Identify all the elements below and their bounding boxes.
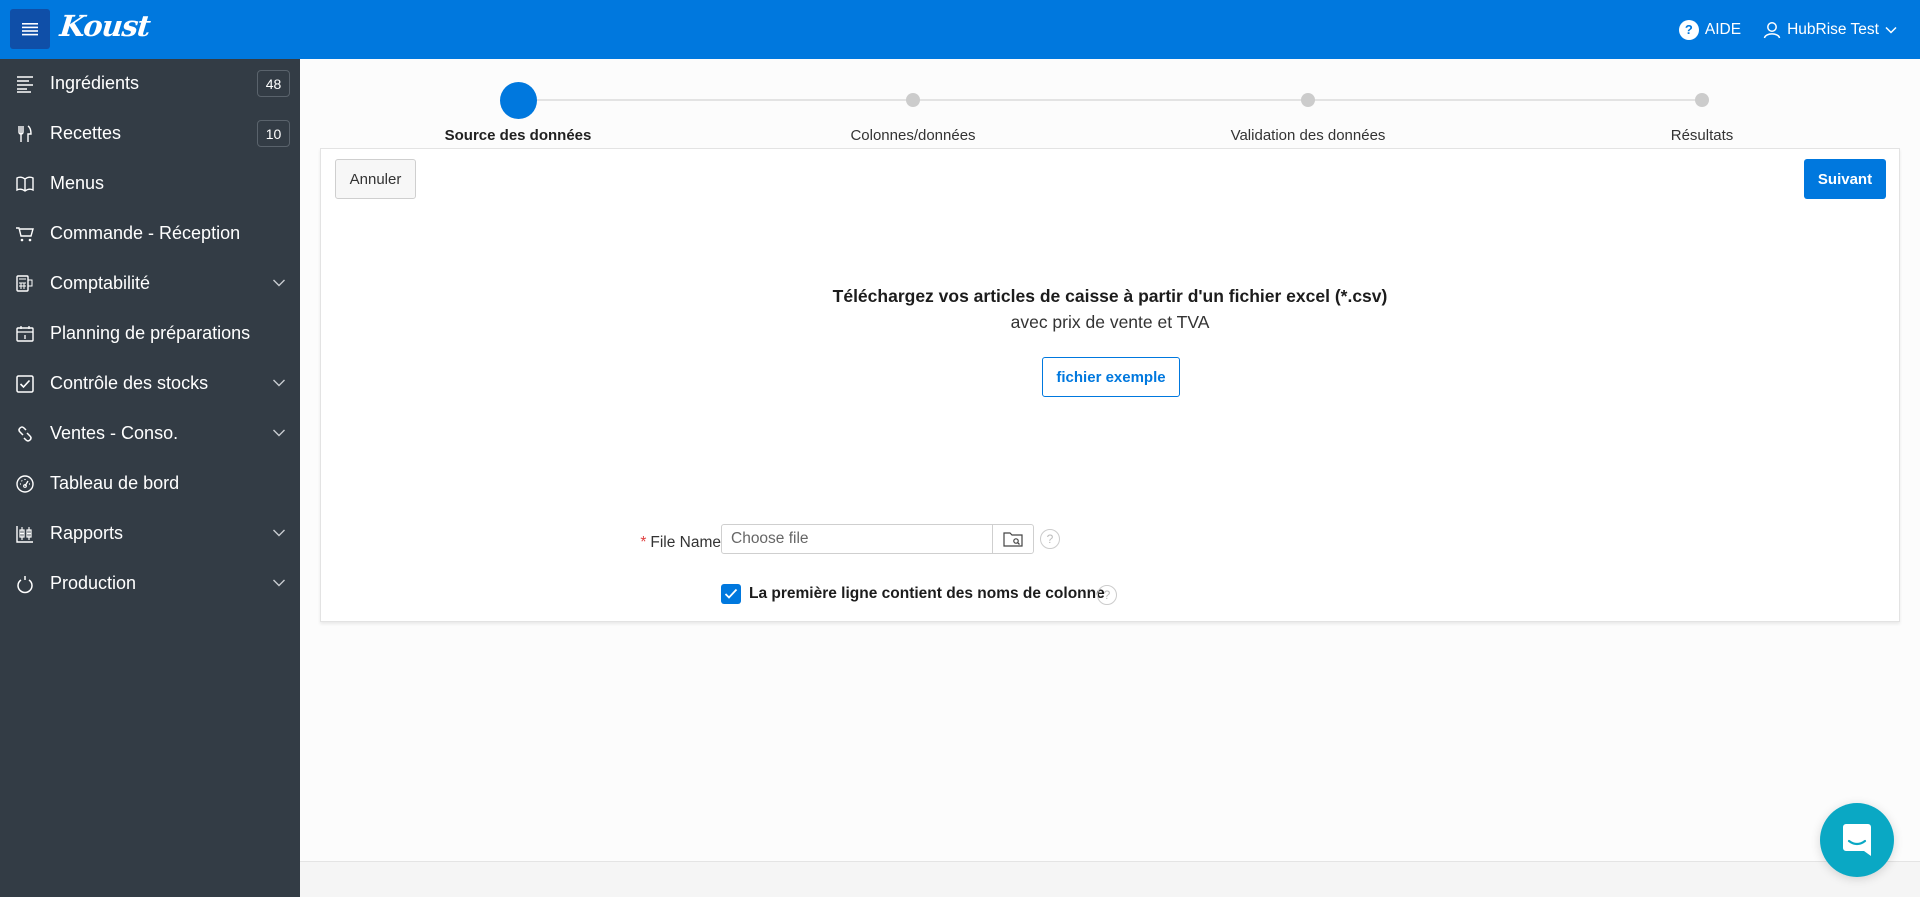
stepper-track bbox=[518, 99, 1702, 101]
step-validation[interactable]: Validation des données bbox=[1158, 59, 1458, 144]
help-link[interactable]: ? AIDE bbox=[1678, 19, 1742, 40]
chevron-down-icon[interactable] bbox=[272, 378, 286, 388]
header-row-checkbox-label[interactable]: La première ligne contient des noms de c… bbox=[749, 585, 1105, 603]
sidebar-item-ventes-conso[interactable]: Ventes - Conso. bbox=[0, 409, 300, 459]
example-file-button[interactable]: fichier exemple bbox=[1042, 357, 1180, 397]
step-indicator-active bbox=[500, 82, 537, 119]
step-label: Validation des données bbox=[1230, 127, 1386, 144]
import-stepper: Source des données Colonnes/données Vali… bbox=[300, 59, 1920, 149]
sidebar-item-label: Rapports bbox=[50, 523, 124, 543]
app-logo[interactable]: Koust bbox=[58, 9, 151, 43]
sidebar-item-tableau-de-bord[interactable]: Tableau de bord bbox=[0, 459, 300, 509]
sidebar-item-label: Tableau de bord bbox=[50, 473, 180, 493]
sidebar-item-recettes[interactable]: Recettes 10 bbox=[0, 109, 300, 159]
step-results[interactable]: Résultats bbox=[1552, 59, 1852, 144]
gauge-icon bbox=[14, 474, 36, 494]
footer bbox=[300, 861, 1920, 897]
sidebar-item-label: Recettes bbox=[50, 123, 122, 143]
file-name-help-icon[interactable]: ? bbox=[1040, 529, 1060, 549]
header-row-checkbox[interactable] bbox=[721, 584, 741, 604]
step-indicator bbox=[1301, 93, 1315, 107]
user-icon bbox=[1763, 21, 1781, 38]
step-label: Source des données bbox=[444, 127, 592, 144]
cart-icon bbox=[14, 224, 36, 244]
user-menu[interactable]: HubRise Test bbox=[1763, 21, 1897, 39]
book-icon bbox=[14, 174, 36, 194]
step-label: Résultats bbox=[1670, 127, 1734, 144]
sidebar-item-label: Ventes - Conso. bbox=[50, 423, 179, 443]
top-bar: Koust ? AIDE HubRise Test bbox=[0, 0, 1920, 59]
header-row-help-icon[interactable]: ? bbox=[1097, 585, 1117, 605]
chevron-down-icon[interactable] bbox=[272, 428, 286, 438]
user-name: HubRise Test bbox=[1787, 20, 1879, 38]
hamburger-icon bbox=[22, 23, 38, 36]
import-card: Annuler Suivant Téléchargez vos articles… bbox=[320, 148, 1900, 622]
sidebar-item-label: Planning de préparations bbox=[50, 323, 251, 343]
sidebar-item-production[interactable]: Production bbox=[0, 559, 300, 609]
checkmark-icon bbox=[724, 588, 738, 599]
help-label: AIDE bbox=[1704, 20, 1742, 38]
chevron-down-icon[interactable] bbox=[272, 578, 286, 588]
sidebar-item-comptabilite[interactable]: Comptabilité bbox=[0, 259, 300, 309]
chevron-down-icon[interactable] bbox=[272, 528, 286, 538]
browse-file-button[interactable] bbox=[992, 524, 1034, 554]
upload-subtitle: avec prix de vente et TVA bbox=[1010, 312, 1210, 332]
sidebar: Ingrédients 48 Recettes 10 Menus Commande - R… bbox=[0, 59, 300, 897]
file-name-label-text: File Name bbox=[650, 534, 721, 551]
step-columns[interactable]: Colonnes/données bbox=[763, 59, 1063, 144]
next-button[interactable]: Suivant bbox=[1804, 159, 1886, 199]
sidebar-item-menus[interactable]: Menus bbox=[0, 159, 300, 209]
step-label: Colonnes/données bbox=[850, 127, 976, 144]
sidebar-item-label: Ingrédients bbox=[50, 73, 140, 93]
upload-title: Téléchargez vos articles de caisse à par… bbox=[832, 286, 1388, 306]
step-indicator bbox=[906, 93, 920, 107]
file-name-label: * File Name bbox=[621, 534, 721, 552]
sidebar-item-label: Menus bbox=[50, 173, 105, 193]
checkbox-icon bbox=[14, 374, 36, 394]
sidebar-item-planning-de-preparations[interactable]: Planning de préparations bbox=[0, 309, 300, 359]
sidebar-item-label: Production bbox=[50, 573, 137, 593]
help-icon: ? bbox=[1678, 19, 1699, 40]
sidebar-item-ingredients[interactable]: Ingrédients 48 bbox=[0, 59, 300, 109]
sidebar-item-label: Commande - Réception bbox=[50, 223, 241, 243]
sidebar-item-rapports[interactable]: Rapports bbox=[0, 509, 300, 559]
cancel-button[interactable]: Annuler bbox=[335, 159, 416, 199]
sidebar-item-commande-reception[interactable]: Commande - Réception bbox=[0, 209, 300, 259]
menu-toggle-button[interactable] bbox=[10, 9, 50, 49]
chat-icon bbox=[1843, 824, 1871, 856]
chevron-down-icon[interactable] bbox=[272, 278, 286, 288]
folder-search-icon bbox=[1003, 532, 1023, 547]
calculator-icon bbox=[14, 274, 36, 294]
step-source[interactable]: Source des données bbox=[368, 59, 668, 144]
chevron-down-icon bbox=[1885, 26, 1897, 34]
list-icon bbox=[14, 74, 36, 94]
utensils-icon bbox=[14, 124, 36, 144]
chat-launcher-button[interactable] bbox=[1820, 803, 1894, 877]
sidebar-item-label: Comptabilité bbox=[50, 273, 151, 293]
sidebar-item-label: Contrôle des stocks bbox=[50, 373, 209, 393]
step-indicator bbox=[1695, 93, 1709, 107]
power-icon bbox=[14, 574, 36, 594]
link-icon bbox=[14, 424, 36, 444]
required-marker: * bbox=[640, 534, 647, 551]
calendar-icon bbox=[14, 324, 36, 344]
report-icon bbox=[14, 524, 36, 544]
file-name-input[interactable]: Choose file bbox=[721, 524, 993, 554]
sidebar-item-controle-des-stocks[interactable]: Contrôle des stocks bbox=[0, 359, 300, 409]
main-content: Source des données Colonnes/données Vali… bbox=[300, 59, 1920, 862]
count-badge: 10 bbox=[257, 120, 290, 147]
count-badge: 48 bbox=[257, 70, 290, 97]
